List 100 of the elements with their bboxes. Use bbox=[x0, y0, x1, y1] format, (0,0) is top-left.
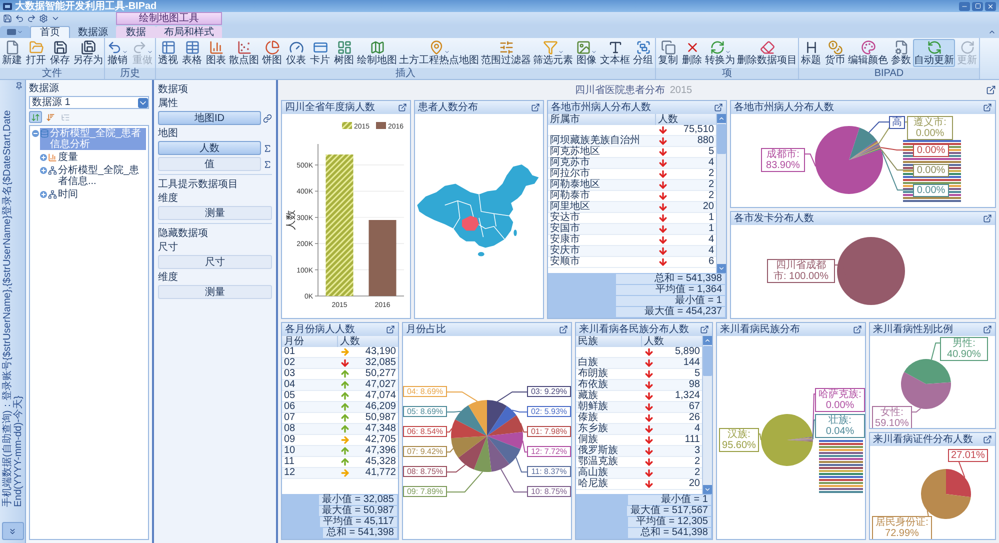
scrollbar[interactable] bbox=[702, 336, 712, 494]
ribbon-button[interactable]: 表格 bbox=[180, 39, 204, 67]
ribbon-button[interactable]: 仪表 bbox=[284, 39, 308, 67]
app-menu-button[interactable] bbox=[0, 26, 30, 38]
sort-descending-button[interactable] bbox=[44, 111, 57, 123]
collapse-ribbon-icon[interactable] bbox=[988, 28, 996, 36]
data-item-slot[interactable]: 测量 bbox=[158, 285, 272, 299]
table-cell-text: 布依族 bbox=[577, 380, 609, 390]
pin-icon[interactable] bbox=[15, 82, 23, 90]
ribbon-tab[interactable]: 数据 bbox=[116, 26, 156, 38]
ribbon-button[interactable]: 货币 bbox=[823, 39, 847, 67]
ribbon-button[interactable]: 删除数据项目 bbox=[736, 39, 798, 67]
data-item-slot[interactable]: 地图ID bbox=[158, 111, 261, 125]
ribbon-button[interactable]: 图像 bbox=[574, 39, 599, 67]
table-cell-text: 阿勒泰地区 bbox=[549, 180, 601, 190]
undo-icon[interactable] bbox=[15, 14, 24, 23]
ribbon-button[interactable]: 树图 bbox=[332, 39, 356, 67]
redo-icon[interactable] bbox=[27, 14, 36, 23]
ribbon-button[interactable]: 复制 bbox=[656, 39, 680, 67]
export-icon[interactable] bbox=[386, 324, 395, 334]
copy-icon bbox=[660, 40, 676, 55]
ribbon-button[interactable]: 绘制地图 bbox=[356, 39, 398, 67]
ribbon-button[interactable]: 透视 bbox=[156, 39, 180, 67]
export-icon[interactable] bbox=[983, 324, 992, 334]
ribbon-button[interactable]: 范围过滤器 bbox=[480, 39, 532, 67]
data-label: 汉族: 95.60% bbox=[719, 428, 759, 452]
export-icon[interactable] bbox=[986, 85, 996, 95]
ribbon-button[interactable]: 卡片 bbox=[308, 39, 332, 67]
ribbon-button[interactable]: 文本框 bbox=[599, 39, 631, 67]
caret-icon[interactable] bbox=[51, 14, 60, 23]
expand-toggle-icon[interactable] bbox=[40, 191, 47, 198]
ribbon-button[interactable]: 图表 bbox=[204, 39, 228, 67]
leader-line bbox=[758, 433, 762, 440]
scrollbar-thumb[interactable] bbox=[703, 346, 712, 376]
ribbon-button[interactable]: 饼图 bbox=[260, 39, 284, 67]
table-cell-text: 2 bbox=[707, 180, 715, 190]
dropdown-icon[interactable] bbox=[138, 98, 148, 108]
export-icon[interactable] bbox=[983, 103, 992, 112]
scroll-up-button[interactable] bbox=[717, 114, 726, 123]
group-icon bbox=[636, 40, 650, 55]
tree-item[interactable]: 时间 bbox=[48, 189, 78, 200]
ribbon-tab[interactable]: 数据源 bbox=[70, 26, 116, 38]
data-source-select[interactable]: 数据源 1 bbox=[29, 96, 149, 109]
link-icon[interactable] bbox=[263, 114, 272, 122]
table-cell-text: 4 bbox=[707, 158, 715, 168]
data-item-slot[interactable]: 测量 bbox=[158, 206, 272, 220]
export-icon[interactable] bbox=[559, 324, 568, 334]
data-label: 0.00% bbox=[913, 144, 949, 157]
ribbon-button[interactable]: 分组 bbox=[631, 39, 655, 67]
sliders-icon bbox=[498, 40, 514, 55]
close-button[interactable] bbox=[985, 2, 996, 10]
settings-icon[interactable] bbox=[39, 14, 48, 23]
ribbon-tab[interactable]: 布局和样式 bbox=[156, 26, 222, 38]
side-strip-text: 手机端数据(自助查询)：登录账号{$strUserName},{$strUserName}登录名{$DateStart,DateEnd(YYYY-mm-dd)-今天} bbox=[2, 109, 24, 507]
export-icon[interactable] bbox=[531, 103, 540, 112]
ribbon-button[interactable]: 标题 bbox=[799, 39, 823, 67]
export-icon[interactable] bbox=[983, 435, 992, 444]
collapse-toggle-icon[interactable] bbox=[32, 130, 39, 137]
ribbon-button[interactable]: 撤销 bbox=[105, 39, 130, 67]
leader-line bbox=[912, 407, 922, 412]
tree-item[interactable]: 分析模型_全院_患者信息... bbox=[48, 165, 146, 187]
ribbon-button[interactable]: 保存 bbox=[48, 39, 72, 67]
scroll-down-button[interactable] bbox=[717, 264, 726, 272]
ribbon-button[interactable]: 散点图 bbox=[228, 39, 260, 67]
export-icon[interactable] bbox=[700, 324, 709, 334]
scrollbar[interactable] bbox=[716, 114, 726, 272]
data-item-slot[interactable]: 值 bbox=[158, 157, 261, 171]
data-item-slot[interactable]: 人数 bbox=[158, 141, 261, 155]
expand-toggle-icon[interactable] bbox=[40, 154, 47, 161]
tree-item[interactable]: 度量 bbox=[48, 152, 78, 163]
table-cell-text: 阿坝藏族羌族自治州 bbox=[549, 136, 641, 146]
export-icon[interactable] bbox=[398, 103, 407, 112]
data-item-slot[interactable]: 尺寸 bbox=[158, 255, 272, 269]
ribbon-button[interactable]: 转换为 bbox=[704, 39, 736, 67]
scroll-down-button[interactable] bbox=[703, 485, 712, 494]
export-icon[interactable] bbox=[983, 214, 992, 223]
save-icon[interactable] bbox=[3, 14, 12, 23]
ribbon-button[interactable]: 打开 bbox=[24, 39, 48, 67]
table-cell-text: 5 bbox=[707, 147, 715, 157]
table-cell-text: 47,348 bbox=[364, 424, 397, 434]
ribbon-button[interactable]: 参数 bbox=[889, 39, 913, 67]
up-caret-icon bbox=[704, 336, 711, 344]
maximize-button[interactable] bbox=[972, 2, 983, 10]
window-title: 大数据智能开发利用工具-BIPad bbox=[15, 0, 157, 12]
double-chevron-icon bbox=[8, 526, 17, 536]
expand-toggle-icon[interactable] bbox=[40, 167, 47, 174]
ribbon-button[interactable]: 筛选元素 bbox=[532, 39, 574, 67]
ribbon-button[interactable]: 土方工程热点地图 bbox=[398, 39, 480, 67]
ribbon-button[interactable]: 删除 bbox=[680, 39, 704, 67]
ribbon-button[interactable]: 另存为 bbox=[72, 39, 104, 67]
ribbon-tab[interactable]: 首页 bbox=[30, 26, 70, 38]
leader-line bbox=[834, 264, 852, 299]
ribbon-button[interactable]: 新建 bbox=[0, 39, 24, 67]
export-icon[interactable] bbox=[714, 103, 723, 112]
ribbon-button[interactable]: 编辑颜色 bbox=[847, 39, 889, 67]
ribbon-button[interactable]: 自动更新 bbox=[913, 39, 955, 67]
scrollbar-thumb[interactable] bbox=[717, 124, 726, 154]
export-icon[interactable] bbox=[853, 324, 862, 334]
section-title: 工具提示数据项目 bbox=[158, 179, 239, 190]
expand-button[interactable] bbox=[2, 522, 24, 540]
